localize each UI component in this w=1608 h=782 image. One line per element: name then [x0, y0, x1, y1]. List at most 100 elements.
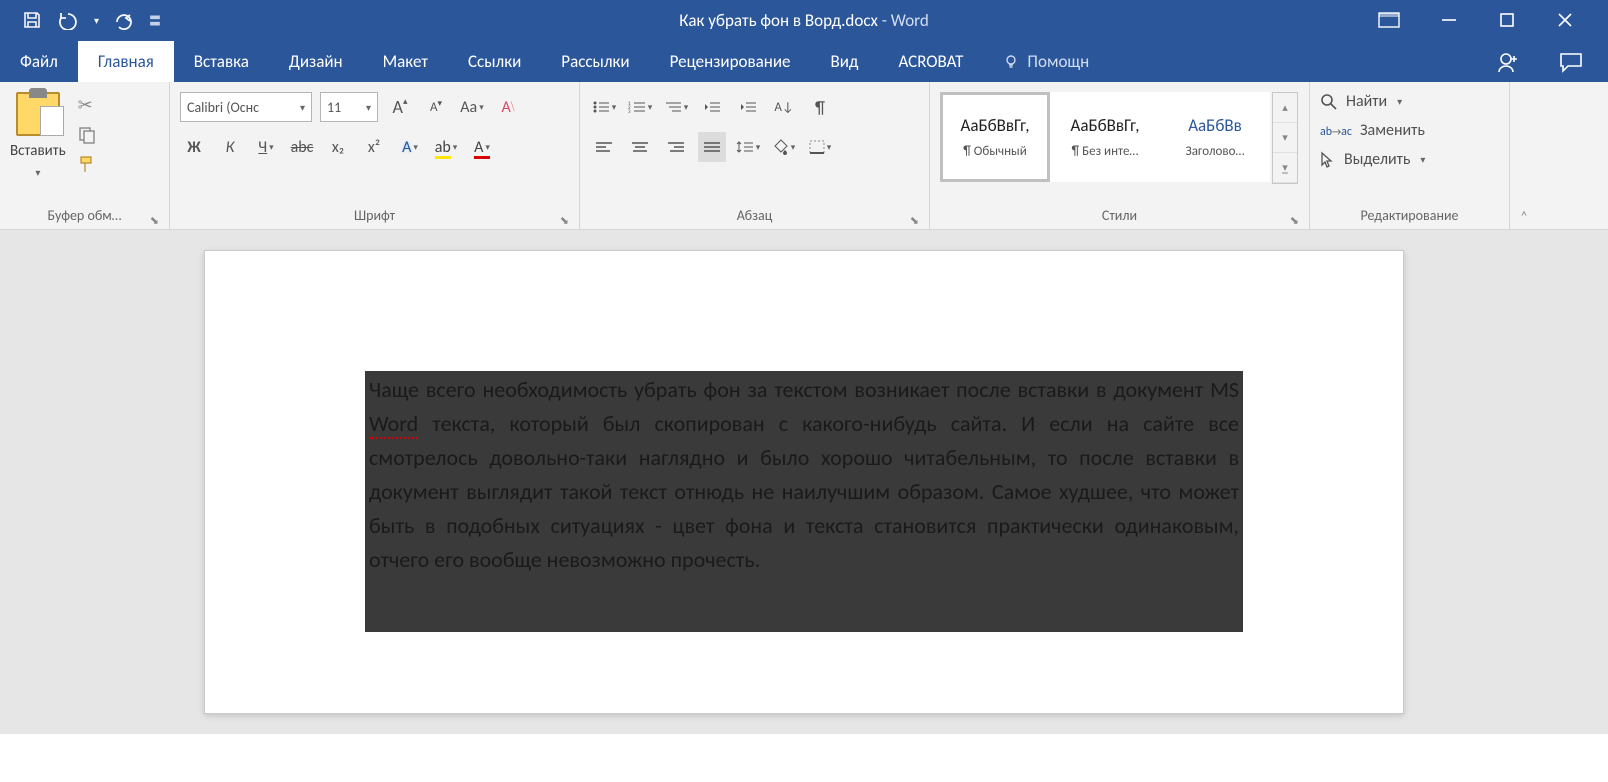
svg-text:3: 3: [628, 109, 631, 114]
align-right-button[interactable]: [662, 132, 690, 162]
font-size-combo[interactable]: 11▾: [320, 92, 378, 122]
font-color-button[interactable]: A▾: [468, 132, 496, 162]
titlebar: ▾ 〓 Как убрать фон в Ворд.docx - Word: [0, 0, 1608, 82]
tab-file[interactable]: Файл: [0, 41, 78, 82]
font-name-value: Calibri (Оснс: [187, 99, 259, 116]
style-normal[interactable]: АаБбВвГг, ¶ Обычный: [940, 92, 1050, 182]
tab-home[interactable]: Главная: [78, 41, 174, 82]
collapse-ribbon-icon[interactable]: ˄: [1510, 82, 1538, 229]
shading-button[interactable]: ▾: [770, 132, 798, 162]
group-editing-label: Редактирование: [1361, 207, 1459, 224]
strikethrough-button[interactable]: abc: [288, 132, 316, 162]
style-name: Заголово…: [1186, 144, 1245, 159]
align-left-button[interactable]: [590, 132, 618, 162]
tab-references[interactable]: Ссылки: [448, 41, 541, 82]
grow-font-button[interactable]: A▴: [386, 92, 414, 122]
underline-button[interactable]: Ч▾: [252, 132, 280, 162]
paste-icon: [16, 92, 60, 136]
redo-icon[interactable]: [113, 10, 135, 30]
align-justify-button[interactable]: [698, 132, 726, 162]
document-paragraph[interactable]: Чаще всего необходимость убрать фон за т…: [365, 371, 1243, 632]
tab-design[interactable]: Дизайн: [269, 41, 363, 82]
tab-acrobat[interactable]: ACROBAT: [878, 41, 983, 82]
font-size-value: 11: [327, 99, 341, 116]
bold-button[interactable]: Ж: [180, 132, 208, 162]
document-page[interactable]: Чаще всего необходимость убрать фон за т…: [204, 250, 1404, 714]
save-icon[interactable]: [22, 10, 42, 30]
select-label: Выделить: [1344, 150, 1410, 169]
subscript-button[interactable]: x₂: [324, 132, 352, 162]
group-paragraph: ▾ 123▾ ▾ A↓ ¶ ▾ ▾ ▾ А: [580, 82, 930, 229]
comments-icon[interactable]: [1558, 51, 1584, 73]
format-painter-icon[interactable]: [78, 154, 96, 174]
change-case-button[interactable]: Aa▾: [458, 92, 486, 122]
spellcheck-word: Word: [369, 410, 418, 439]
style-name: ¶ Без инте…: [1072, 144, 1139, 159]
borders-button[interactable]: ▾: [806, 132, 834, 162]
tab-layout[interactable]: Макет: [363, 41, 448, 82]
styles-scroll: ▴ ▾ ▾̲: [1272, 92, 1298, 184]
paste-button[interactable]: Вставить ▾: [10, 88, 66, 207]
qat-customize-icon[interactable]: 〓: [149, 12, 161, 29]
font-dialog-launcher-icon[interactable]: ⬊: [560, 214, 569, 227]
paste-dropdown-icon[interactable]: ▾: [35, 166, 40, 179]
group-font: Calibri (Оснс▾ 11▾ A▴ A▾ Aa▾ A⧹ Ж К Ч▾ a…: [170, 82, 580, 229]
group-paragraph-label: Абзац: [737, 207, 773, 224]
highlight-button[interactable]: ab▾: [432, 132, 460, 162]
undo-dropdown-icon[interactable]: ▾: [94, 14, 99, 27]
decrease-indent-button[interactable]: [698, 92, 726, 122]
sort-button[interactable]: A↓: [770, 92, 798, 122]
paste-label: Вставить: [10, 142, 66, 160]
clipboard-dialog-launcher-icon[interactable]: ⬊: [150, 214, 159, 227]
text-effects-button[interactable]: A▾: [396, 132, 424, 162]
show-marks-button[interactable]: ¶: [806, 92, 834, 122]
superscript-button[interactable]: x²: [360, 132, 388, 162]
styles-dialog-launcher-icon[interactable]: ⬊: [1290, 214, 1299, 227]
lightbulb-icon: [1003, 54, 1019, 70]
clear-formatting-button[interactable]: A⧹: [494, 92, 522, 122]
group-clipboard: Вставить ▾ ✂ Буфер обм…⬊: [0, 82, 170, 229]
line-spacing-button[interactable]: ▾: [734, 132, 762, 162]
paragraph-text-post: текста, который был скопирован с какого-…: [369, 410, 1239, 573]
document-workspace: Чаще всего необходимость убрать фон за т…: [0, 230, 1608, 734]
minimize-icon[interactable]: [1440, 11, 1458, 29]
copy-icon[interactable]: [78, 126, 96, 144]
select-button[interactable]: Выделить▾: [1320, 150, 1425, 169]
tell-me-label: Помощн: [1027, 51, 1089, 72]
cut-icon[interactable]: ✂: [78, 94, 96, 116]
bullets-button[interactable]: ▾: [590, 92, 618, 122]
ribbon-display-icon[interactable]: [1378, 12, 1400, 28]
paragraph-dialog-launcher-icon[interactable]: ⬊: [910, 214, 919, 227]
shrink-font-button[interactable]: A▾: [422, 92, 450, 122]
style-sample: АаБбВвГг,: [960, 115, 1029, 136]
tab-mailings[interactable]: Рассылки: [541, 41, 649, 82]
group-styles: АаБбВвГг, ¶ Обычный АаБбВвГг, ¶ Без инте…: [930, 82, 1310, 229]
group-styles-label: Стили: [1102, 207, 1137, 224]
font-name-combo[interactable]: Calibri (Оснс▾: [180, 92, 312, 122]
tab-view[interactable]: Вид: [811, 41, 879, 82]
styles-scroll-down-icon[interactable]: ▾: [1273, 123, 1297, 153]
align-center-button[interactable]: [626, 132, 654, 162]
numbering-button[interactable]: 123▾: [626, 92, 654, 122]
tell-me[interactable]: Помощн: [983, 41, 1109, 82]
styles-scroll-up-icon[interactable]: ▴: [1273, 93, 1297, 123]
undo-icon[interactable]: [56, 10, 80, 30]
tab-review[interactable]: Рецензирование: [650, 41, 811, 82]
maximize-icon[interactable]: [1498, 11, 1516, 29]
multilevel-list-button[interactable]: ▾: [662, 92, 690, 122]
share-icon[interactable]: [1496, 50, 1522, 74]
group-font-label: Шрифт: [354, 207, 395, 224]
italic-button[interactable]: К: [216, 132, 244, 162]
increase-indent-button[interactable]: [734, 92, 762, 122]
app-name: Word: [891, 10, 929, 31]
paragraph-text-pre: Чаще всего необходимость убрать фон за т…: [369, 376, 1239, 403]
find-button[interactable]: Найти▾: [1320, 92, 1425, 111]
close-icon[interactable]: [1556, 11, 1574, 29]
document-title: Как убрать фон в Ворд.docx: [679, 10, 878, 31]
styles-expand-icon[interactable]: ▾̲: [1273, 153, 1297, 183]
style-heading[interactable]: АаБбВв Заголово…: [1160, 92, 1270, 182]
replace-label: Заменить: [1360, 121, 1425, 140]
tab-insert[interactable]: Вставка: [174, 41, 269, 82]
replace-button[interactable]: ab→ac Заменить: [1320, 121, 1425, 140]
style-no-spacing[interactable]: АаБбВвГг, ¶ Без инте…: [1050, 92, 1160, 182]
